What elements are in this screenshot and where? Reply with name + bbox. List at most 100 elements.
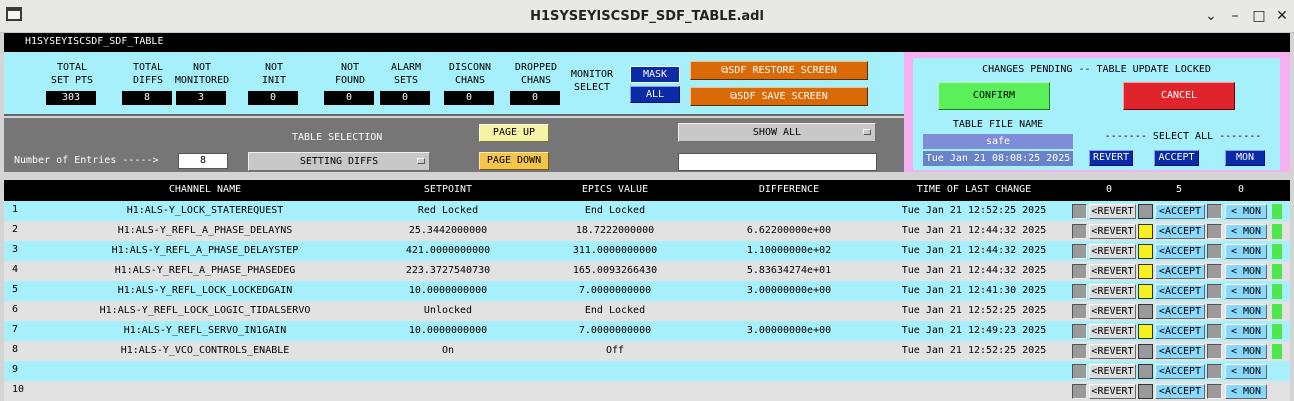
revert-checkbox[interactable] (1072, 304, 1087, 319)
revert-checkbox[interactable] (1072, 224, 1087, 239)
changes-pending-message: CHANGES PENDING -- TABLE UPDATE LOCKED (982, 64, 1211, 75)
mon-button[interactable]: < MON (1225, 264, 1267, 279)
page-up-button[interactable]: PAGE UP (479, 124, 549, 142)
stats-panel: TOTAL SET PTS 303 TOTAL DIFFS 8 NOT MONITORE… (4, 52, 904, 116)
revert-checkbox[interactable] (1072, 284, 1087, 299)
accept-checkbox[interactable] (1138, 384, 1153, 399)
setpoint-cell: Unlocked (366, 302, 530, 320)
revert-button[interactable]: <REVERT (1089, 384, 1136, 399)
table-row: 3 H1:ALS-Y_REFL_A_PHASE_DELAYSTEP 421.0000… (4, 241, 1290, 261)
chevron-down-icon[interactable]: ⌄ (1202, 7, 1220, 25)
accept-checkbox[interactable] (1138, 364, 1153, 379)
accept-button[interactable]: <ACCEPT (1155, 344, 1205, 359)
column-time-of-last-change: TIME OF LAST CHANGE (916, 184, 1032, 195)
mon-count: 0 (1237, 184, 1245, 195)
epics-value-cell: 7.0000000000 (532, 282, 698, 300)
accept-button[interactable]: <ACCEPT (1155, 204, 1205, 219)
accept-button[interactable]: <ACCEPT (1155, 364, 1205, 379)
mon-button[interactable]: < MON (1225, 244, 1267, 259)
mon-checkbox[interactable] (1207, 264, 1222, 279)
monitor-status-indicator (1272, 284, 1282, 299)
accept-checkbox[interactable] (1138, 284, 1153, 299)
mon-checkbox[interactable] (1207, 344, 1222, 359)
monitor-status-indicator (1272, 204, 1282, 219)
maximize-icon[interactable]: □ (1250, 7, 1268, 25)
revert-button[interactable]: <REVERT (1089, 304, 1136, 319)
mon-button[interactable]: < MON (1225, 204, 1267, 219)
minimize-icon[interactable]: – (1226, 7, 1244, 25)
mon-button[interactable]: < MON (1225, 364, 1267, 379)
accept-checkbox[interactable] (1138, 304, 1153, 319)
revert-checkbox[interactable] (1072, 364, 1087, 379)
accept-checkbox[interactable] (1138, 344, 1153, 359)
page-down-button[interactable]: PAGE DOWN (479, 152, 549, 170)
mon-checkbox[interactable] (1207, 244, 1222, 259)
mon-button[interactable]: < MON (1225, 384, 1267, 399)
time-cell: Tue Jan 21 12:44:32 2025 (877, 222, 1071, 240)
accept-button[interactable]: <ACCEPT (1155, 244, 1205, 259)
sdf-restore-screen-button[interactable]: ⧉SDF RESTORE SCREEN (690, 61, 868, 80)
mask-button[interactable]: MASK (630, 66, 680, 83)
revert-button[interactable]: <REVERT (1089, 364, 1136, 379)
revert-button[interactable]: <REVERT (1089, 324, 1136, 339)
stat-label: DISCONN CHANS (448, 62, 492, 86)
revert-checkbox[interactable] (1072, 204, 1087, 219)
mon-button[interactable]: < MON (1225, 304, 1267, 319)
revert-button[interactable]: <REVERT (1089, 284, 1136, 299)
mon-checkbox[interactable] (1207, 384, 1222, 399)
table-header: CHANNEL NAME SETPOINT EPICS VALUE DIFFER… (4, 180, 1290, 201)
epics-value-cell: 165.0093266430 (532, 262, 698, 280)
monitor-select-label: MONITOR SELECT (570, 69, 614, 93)
table-selection-menu[interactable]: SETTING DIFFS (248, 152, 430, 171)
accept-button[interactable]: <ACCEPT (1155, 264, 1205, 279)
mon-button[interactable]: < MON (1225, 344, 1267, 359)
show-all-menu[interactable]: SHOW ALL (678, 123, 876, 142)
confirm-button[interactable]: CONFIRM (938, 82, 1050, 110)
mon-checkbox[interactable] (1207, 224, 1222, 239)
mon-checkbox[interactable] (1207, 304, 1222, 319)
status-panel: CHANGES PENDING -- TABLE UPDATE LOCKED C… (913, 58, 1280, 170)
mon-button[interactable]: < MON (1225, 284, 1267, 299)
all-button[interactable]: ALL (630, 86, 680, 103)
accept-button[interactable]: <ACCEPT (1155, 324, 1205, 339)
accept-button[interactable]: <ACCEPT (1155, 384, 1205, 399)
select-all-revert-button[interactable]: REVERT (1089, 150, 1133, 166)
revert-checkbox[interactable] (1072, 324, 1087, 339)
entries-value: 8 (178, 153, 228, 169)
setpoint-cell: Red Locked (366, 202, 530, 220)
select-all-mon-button[interactable]: MON (1225, 150, 1265, 166)
close-icon[interactable]: ✕ (1273, 7, 1291, 25)
accept-checkbox[interactable] (1138, 244, 1153, 259)
accept-checkbox[interactable] (1138, 204, 1153, 219)
mon-checkbox[interactable] (1207, 324, 1222, 339)
filter-input[interactable] (678, 153, 877, 171)
revert-checkbox[interactable] (1072, 344, 1087, 359)
stat-label: ALARM SETS (390, 62, 422, 86)
accept-checkbox[interactable] (1138, 224, 1153, 239)
accept-button[interactable]: <ACCEPT (1155, 224, 1205, 239)
mon-checkbox[interactable] (1207, 364, 1222, 379)
revert-button[interactable]: <REVERT (1089, 224, 1136, 239)
revert-checkbox[interactable] (1072, 384, 1087, 399)
accept-button[interactable]: <ACCEPT (1155, 304, 1205, 319)
accept-checkbox[interactable] (1138, 324, 1153, 339)
revert-checkbox[interactable] (1072, 264, 1087, 279)
accept-button[interactable]: <ACCEPT (1155, 284, 1205, 299)
revert-button[interactable]: <REVERT (1089, 244, 1136, 259)
revert-button[interactable]: <REVERT (1089, 204, 1136, 219)
sdf-save-screen-button[interactable]: ⧉SDF SAVE SCREEN (690, 87, 868, 106)
revert-checkbox[interactable] (1072, 244, 1087, 259)
stat-label: NOT INIT (261, 62, 287, 86)
accept-checkbox[interactable] (1138, 264, 1153, 279)
mon-button[interactable]: < MON (1225, 224, 1267, 239)
revert-button[interactable]: <REVERT (1089, 264, 1136, 279)
select-all-accept-button[interactable]: ACCEPT (1154, 150, 1199, 166)
difference-cell: 6.62200000e+00 (701, 222, 877, 240)
table-file-name-label: TABLE FILE NAME (952, 119, 1044, 130)
mon-checkbox[interactable] (1207, 284, 1222, 299)
mon-checkbox[interactable] (1207, 204, 1222, 219)
revert-button[interactable]: <REVERT (1089, 344, 1136, 359)
cancel-button[interactable]: CANCEL (1123, 82, 1235, 110)
mon-button[interactable]: < MON (1225, 324, 1267, 339)
stat-value: 0 (324, 91, 374, 105)
